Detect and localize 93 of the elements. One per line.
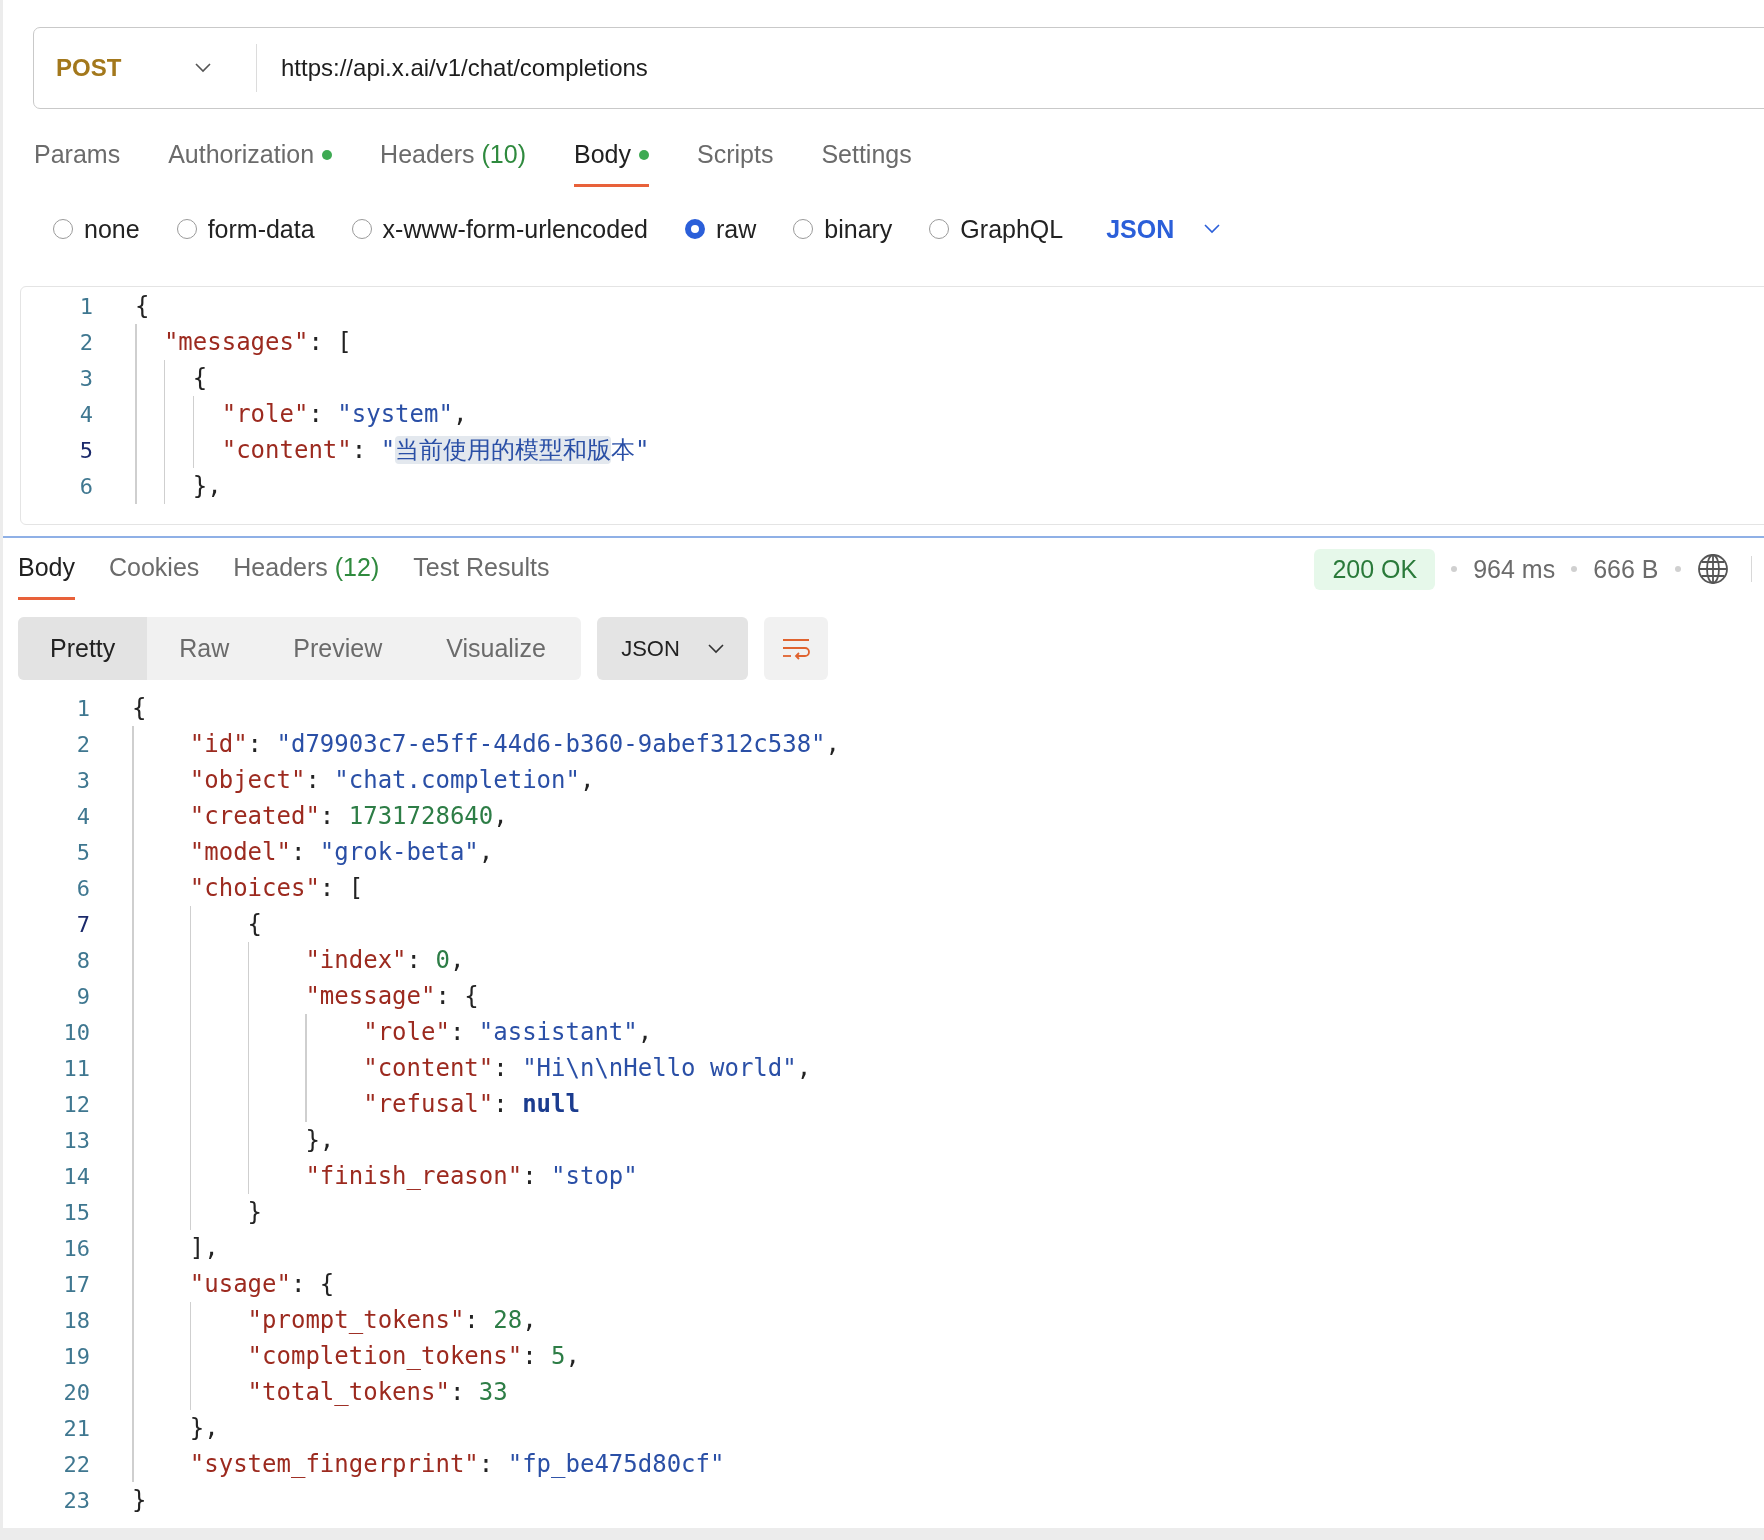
wrap-lines-button[interactable] bbox=[764, 617, 828, 680]
line-number: 2 bbox=[78, 329, 93, 355]
code-line: "system_fingerprint": "fp_be475d80cf" bbox=[189, 1450, 725, 1478]
line-number: 8 bbox=[75, 947, 90, 973]
line-number: 4 bbox=[75, 803, 90, 829]
code-line: "refusal": null bbox=[363, 1090, 580, 1118]
request-tab[interactable]: Body bbox=[574, 125, 649, 187]
url-field[interactable]: https://api.x.ai/v1/chat/completions bbox=[281, 54, 648, 82]
code-line: "id": "d79903c7-e5ff-44d6-b360-9abef312c538", bbox=[189, 730, 841, 758]
radio-button[interactable] bbox=[684, 219, 705, 239]
view-mode-tab[interactable]: Raw bbox=[147, 617, 262, 680]
code-line: "message": { bbox=[305, 982, 479, 1010]
radio-label[interactable]: none bbox=[84, 214, 140, 244]
wrap-icon bbox=[782, 636, 810, 661]
language-dropdown[interactable]: JSON bbox=[1106, 214, 1221, 244]
line-number: 3 bbox=[78, 365, 93, 391]
code-line: "object": "chat.completion", bbox=[189, 766, 595, 794]
line-number: 9 bbox=[75, 983, 90, 1009]
request-tab[interactable]: Params bbox=[34, 125, 121, 187]
code-line: }, bbox=[189, 1414, 219, 1442]
line-number: 2 bbox=[75, 731, 90, 757]
line-number: 18 bbox=[62, 1307, 90, 1333]
line-number: 20 bbox=[62, 1379, 90, 1405]
code-line: "role": "system", bbox=[221, 400, 468, 428]
line-number: 19 bbox=[62, 1343, 90, 1369]
code-editor[interactable]: 1 { 2 "messages": [ 3 { 4 "role": "system", 5 "content": "当前使用的模型和版本" 6 }, bbox=[20, 286, 1764, 525]
line-number: 12 bbox=[62, 1091, 90, 1117]
response-tab[interactable]: Test Results bbox=[413, 538, 550, 600]
chevron-down-icon bbox=[707, 643, 724, 654]
status-badge[interactable]: 200 OK bbox=[1314, 548, 1436, 590]
response-time[interactable]: 964 ms bbox=[1473, 554, 1556, 584]
request-tab[interactable]: Headers (10) bbox=[380, 125, 526, 187]
line-number: 5 bbox=[75, 839, 90, 865]
line-number: 22 bbox=[62, 1451, 90, 1477]
line-number: 15 bbox=[62, 1199, 90, 1225]
radio-label[interactable]: form-data bbox=[207, 214, 315, 244]
radio-label[interactable]: raw bbox=[715, 214, 757, 244]
line-number: 10 bbox=[62, 1019, 90, 1045]
line-number: 17 bbox=[62, 1271, 90, 1297]
line-number: 14 bbox=[62, 1163, 90, 1189]
globe-icon[interactable] bbox=[1696, 553, 1729, 585]
request-tab[interactable]: Authorization bbox=[168, 125, 333, 187]
radio-label[interactable]: GraphQL bbox=[960, 214, 1064, 244]
code-line: "choices": [ bbox=[189, 874, 364, 902]
line-number: 6 bbox=[78, 473, 93, 499]
code-line: } bbox=[247, 1198, 263, 1226]
code-line: "prompt_tokens": 28, bbox=[247, 1306, 537, 1334]
response-tab[interactable]: Cookies bbox=[109, 538, 200, 600]
line-number: 16 bbox=[62, 1235, 90, 1261]
line-number: 1 bbox=[75, 695, 90, 721]
code-line: "usage": { bbox=[189, 1270, 335, 1298]
line-number: 11 bbox=[62, 1055, 90, 1081]
code-line: "index": 0, bbox=[305, 946, 465, 974]
code-line: { bbox=[247, 910, 263, 938]
format-dropdown[interactable]: JSON bbox=[597, 617, 748, 680]
line-number: 23 bbox=[62, 1487, 90, 1513]
chevron-down-icon bbox=[195, 63, 212, 73]
response-size[interactable]: 666 B bbox=[1593, 554, 1659, 584]
method-dropdown[interactable]: POST bbox=[34, 54, 230, 82]
code-line: "content": "Hi\n\nHello world", bbox=[363, 1054, 812, 1082]
code-line: "role": "assistant", bbox=[363, 1018, 653, 1046]
request-tab[interactable]: Scripts bbox=[697, 125, 774, 187]
code-line: "model": "grok-beta", bbox=[189, 838, 494, 866]
code-line: "created": 1731728640, bbox=[189, 802, 508, 830]
radio-label[interactable]: x-www-form-urlencoded bbox=[382, 214, 648, 244]
view-mode-tab[interactable]: Visualize bbox=[414, 617, 578, 680]
code-line: ], bbox=[189, 1234, 219, 1262]
view-mode-tab[interactable]: Preview bbox=[261, 617, 415, 680]
response-tab[interactable]: Headers (12) bbox=[233, 538, 380, 600]
request-tab[interactable]: Settings bbox=[821, 125, 912, 187]
code-line: "total_tokens": 33 bbox=[247, 1378, 508, 1406]
line-number: 13 bbox=[62, 1127, 90, 1153]
code-line: "finish_reason": "stop" bbox=[305, 1162, 638, 1190]
line-number: 1 bbox=[78, 293, 93, 319]
code-line: { bbox=[132, 694, 147, 722]
code-line: "content": "当前使用的模型和版本" bbox=[221, 435, 650, 466]
line-number: 6 bbox=[75, 875, 90, 901]
radio-label[interactable]: binary bbox=[824, 214, 893, 244]
view-mode-tab[interactable]: Pretty bbox=[18, 617, 148, 680]
code-line: } bbox=[132, 1486, 147, 1514]
code-line: "messages": [ bbox=[163, 328, 352, 356]
chevron-down-icon bbox=[1204, 224, 1221, 234]
code-line: }, bbox=[305, 1126, 335, 1154]
code-line: { bbox=[192, 364, 208, 392]
response-tab[interactable]: Body bbox=[18, 538, 75, 600]
line-number: 4 bbox=[78, 401, 93, 427]
code-line: }, bbox=[192, 472, 222, 500]
code-line: { bbox=[135, 292, 150, 320]
line-number: 7 bbox=[75, 911, 90, 937]
line-number: 21 bbox=[62, 1415, 90, 1441]
line-number: 5 bbox=[78, 437, 93, 463]
line-number: 3 bbox=[75, 767, 90, 793]
code-line: "completion_tokens": 5, bbox=[247, 1342, 580, 1370]
